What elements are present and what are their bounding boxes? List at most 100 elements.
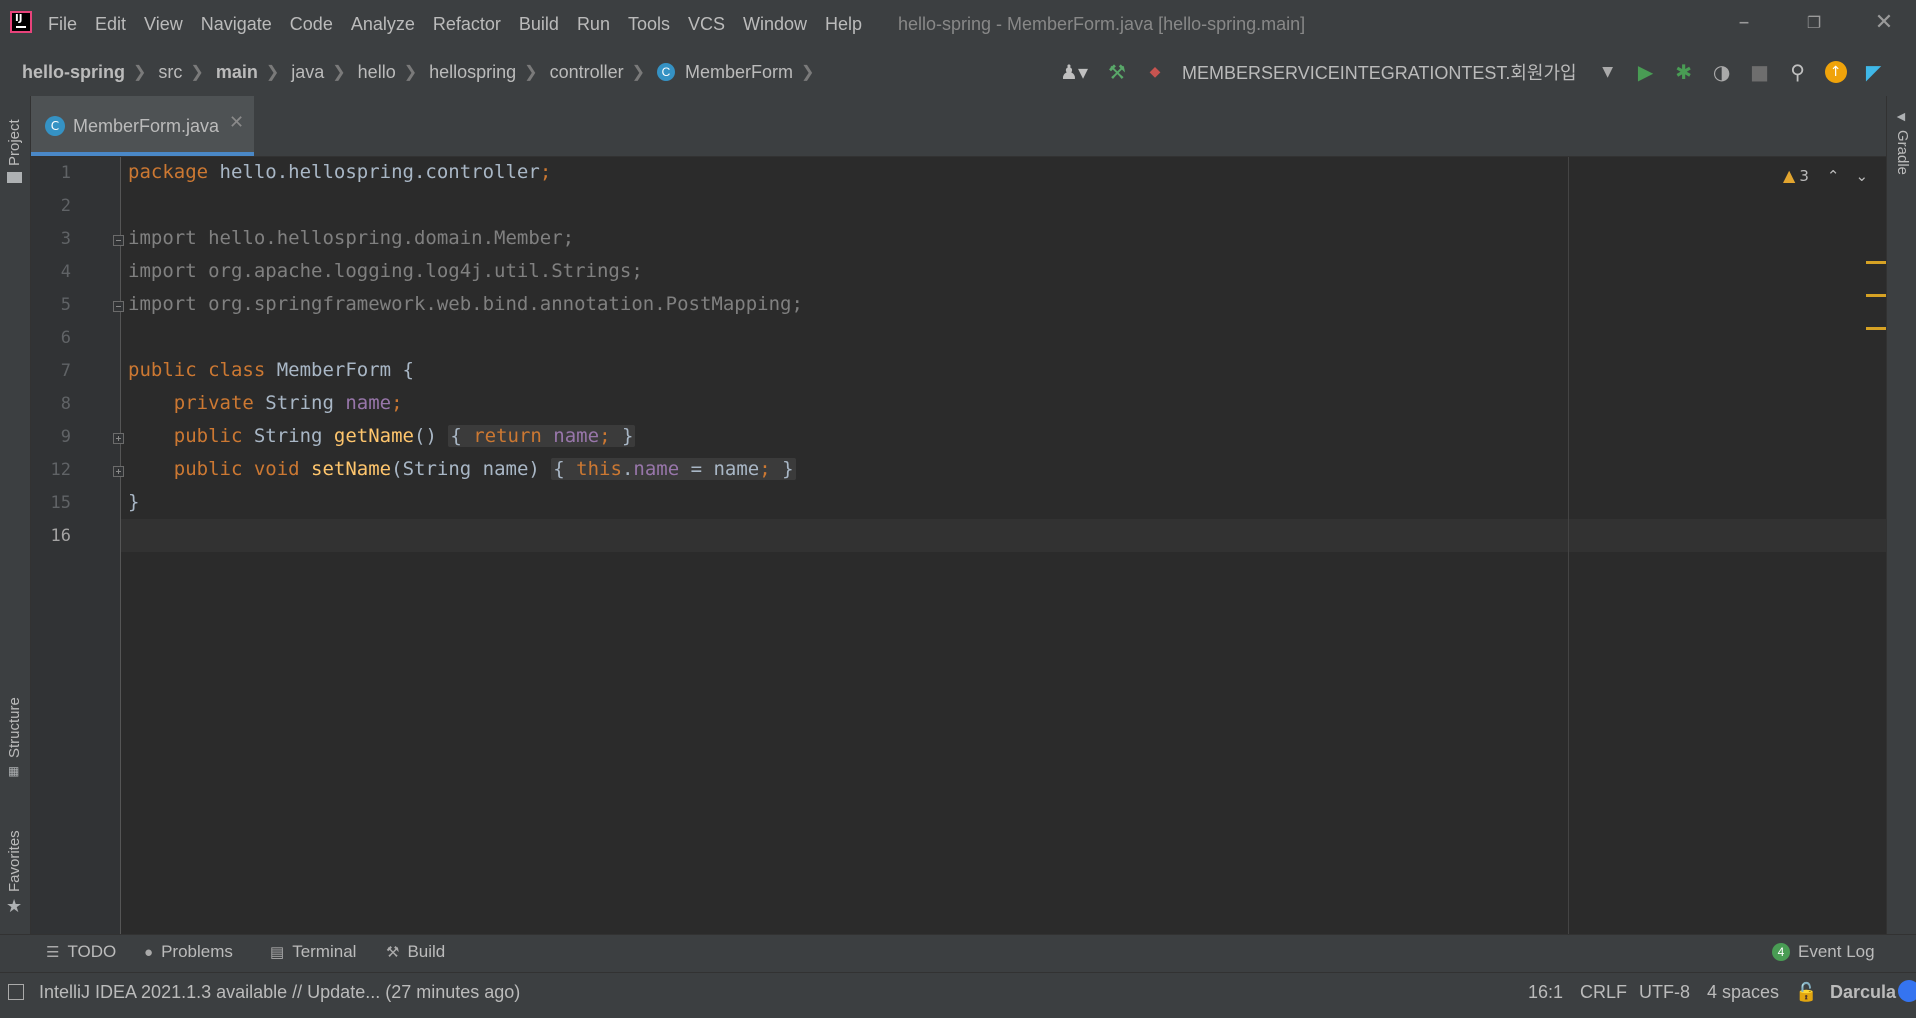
status-message[interactable]: IntelliJ IDEA 2021.1.3 available // Upda…: [39, 982, 520, 1003]
menu-build[interactable]: Build: [519, 14, 559, 35]
menu-view[interactable]: View: [144, 14, 183, 35]
chevron-right-icon: ❯: [332, 64, 346, 81]
lock-icon[interactable]: 🔓: [1795, 982, 1817, 1003]
inspection-widget[interactable]: ▲ 3 ⌃ ⌄: [1783, 166, 1868, 185]
folded-region[interactable]: { this.name = name; }: [551, 458, 796, 480]
code-type: String: [253, 392, 346, 414]
chevron-down-icon[interactable]: ⌄: [1855, 167, 1868, 185]
build-tab[interactable]: ⚒ Build: [386, 942, 445, 962]
warning-stripe-mark[interactable]: [1866, 327, 1886, 330]
class-icon: C: [657, 63, 676, 81]
todo-tab[interactable]: ☰ TODO: [46, 942, 116, 962]
menu-vcs[interactable]: VCS: [688, 14, 725, 35]
problems-tab[interactable]: ● Problems: [144, 942, 233, 962]
close-tab-icon[interactable]: ✕: [229, 112, 244, 133]
chevron-right-icon: ❯: [631, 64, 646, 81]
restore-button[interactable]: ❐: [1790, 6, 1838, 40]
crumb-hello[interactable]: hello: [358, 62, 396, 83]
warning-icon: ▲: [1783, 166, 1796, 185]
build-label: Build: [407, 942, 446, 961]
line-number: 1: [60, 163, 71, 183]
code-keyword: public: [173, 425, 243, 447]
code-field: name: [345, 392, 392, 414]
code-brace: {: [553, 458, 577, 480]
fold-expand-icon[interactable]: [113, 466, 124, 477]
terminal-icon: ▤: [270, 944, 285, 961]
editor-tab-memberform[interactable]: C MemberForm.java ✕: [31, 96, 254, 156]
crumb-src[interactable]: src: [158, 62, 182, 83]
gradle-tool-tab[interactable]: ◄ Gradle: [1887, 106, 1916, 186]
run-icon[interactable]: ▶: [1627, 53, 1665, 91]
line-separator[interactable]: CRLF: [1580, 982, 1627, 1003]
run-configuration-selector[interactable]: MEMBERSERVICEINTEGRATIONTEST.회원가입: [1182, 59, 1577, 85]
line-number: 2: [60, 196, 71, 216]
code-line: public String getName() { return name; }: [128, 425, 636, 447]
toggle-tool-windows-icon[interactable]: [8, 984, 24, 1000]
menu-help[interactable]: Help: [825, 14, 862, 35]
menu-analyze[interactable]: Analyze: [351, 14, 415, 35]
file-encoding[interactable]: UTF-8: [1639, 982, 1690, 1003]
vcs-user-icon[interactable]: ♟▾: [1050, 53, 1098, 91]
line-number: 5: [60, 295, 71, 315]
close-window-button[interactable]: ✕: [1860, 6, 1908, 40]
fold-collapse-icon[interactable]: [113, 235, 124, 246]
code-with-me-icon[interactable]: ◤: [1855, 53, 1893, 91]
code-text: (): [414, 425, 449, 447]
code-keyword: package: [128, 161, 209, 183]
chevron-up-icon[interactable]: ⌃: [1827, 167, 1840, 185]
fold-collapse-icon[interactable]: [113, 301, 124, 312]
theme-name[interactable]: Darcula: [1830, 982, 1896, 1003]
menu-tools[interactable]: Tools: [628, 14, 670, 35]
menu-navigate[interactable]: Navigate: [201, 14, 272, 35]
menu-run[interactable]: Run: [577, 14, 610, 35]
fold-expand-icon[interactable]: [113, 433, 124, 444]
event-log-tab[interactable]: 4 Event Log: [1772, 942, 1875, 962]
crumb-project[interactable]: hello-spring: [22, 62, 125, 83]
intellij-logo-icon[interactable]: IJ: [10, 11, 32, 33]
menu-window[interactable]: Window: [743, 14, 807, 35]
warning-stripe-mark[interactable]: [1866, 261, 1886, 264]
menu-code[interactable]: Code: [290, 14, 333, 35]
line-number: 12: [50, 460, 71, 480]
menu-refactor[interactable]: Refactor: [433, 14, 501, 35]
line-number: 4: [60, 262, 71, 282]
code-line: private String name;: [128, 392, 403, 414]
problems-info-icon: ●: [144, 943, 154, 961]
stop-icon[interactable]: ■: [1741, 53, 1779, 91]
update-icon[interactable]: ↑: [1817, 53, 1855, 91]
folded-region[interactable]: { return name; }: [448, 425, 636, 447]
structure-tool-tab[interactable]: Structure ▦: [0, 676, 30, 778]
crumb-hellospring[interactable]: hellospring: [429, 62, 516, 83]
build-hammer-icon[interactable]: ⚒: [1098, 53, 1136, 91]
crumb-controller[interactable]: controller: [550, 62, 624, 83]
terminal-tab[interactable]: ▤ Terminal: [270, 942, 356, 962]
menu-edit[interactable]: Edit: [95, 14, 126, 35]
current-line-highlight: [121, 519, 1886, 552]
crumb-memberform[interactable]: MemberForm: [685, 62, 793, 83]
code-line: package hello.hellospring.controller;: [128, 161, 551, 183]
minimize-button[interactable]: –: [1720, 6, 1768, 40]
coverage-icon[interactable]: ◑: [1703, 53, 1741, 91]
debug-bug-icon[interactable]: ✱: [1665, 53, 1703, 91]
tab-label: MemberForm.java: [73, 116, 220, 136]
crumb-main[interactable]: main: [216, 62, 258, 83]
right-tool-stripe: ◄ Gradle: [1886, 96, 1916, 934]
run-config-icon: ◆: [1149, 64, 1161, 80]
gradle-elephant-icon: ◄: [1894, 108, 1908, 124]
code-keyword: this: [576, 458, 622, 480]
crumb-java[interactable]: java: [291, 62, 324, 83]
folder-icon: [7, 172, 22, 183]
indent-setting[interactable]: 4 spaces: [1707, 982, 1779, 1003]
warning-stripe-mark[interactable]: [1866, 294, 1886, 297]
caret-position[interactable]: 16:1: [1528, 982, 1563, 1003]
chevron-down-icon[interactable]: ▼: [1589, 53, 1627, 91]
search-icon[interactable]: ⚲: [1779, 53, 1817, 91]
code-text: (String name): [391, 458, 552, 480]
project-tool-tab[interactable]: Project: [0, 106, 30, 186]
line-number: 15: [50, 493, 71, 513]
menu-file[interactable]: File: [48, 14, 77, 35]
code-keyword: private: [173, 392, 254, 414]
code-type: String: [242, 425, 334, 447]
favorites-tool-tab[interactable]: Favorites ★: [0, 816, 30, 916]
structure-icon: ▦: [8, 764, 20, 778]
